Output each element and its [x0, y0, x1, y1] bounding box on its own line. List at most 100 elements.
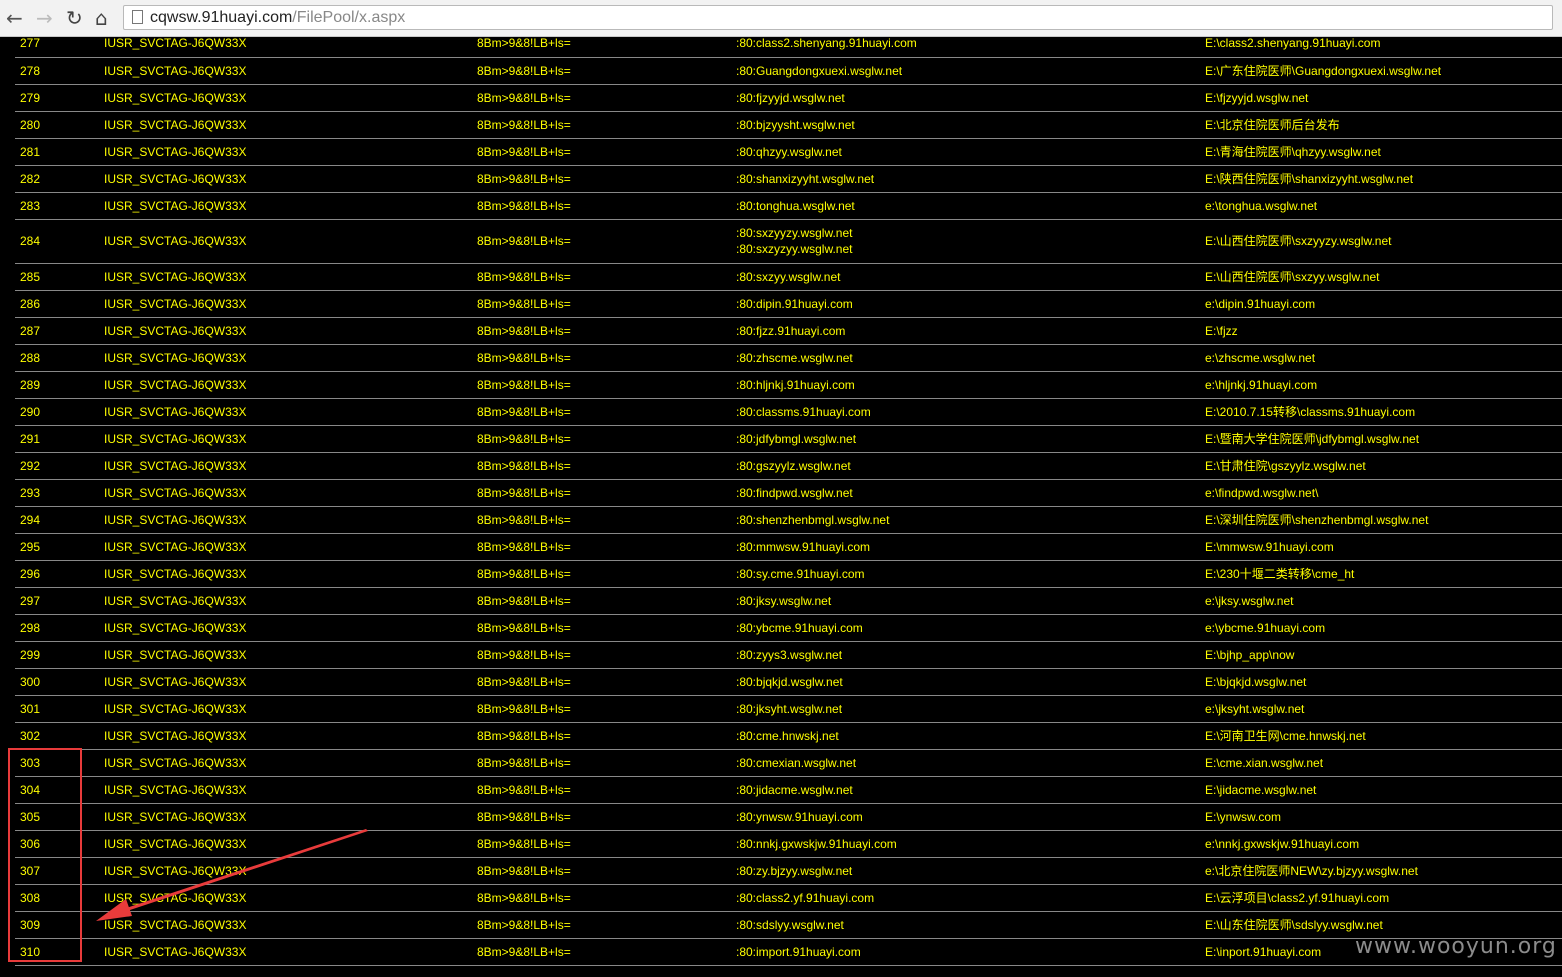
path-cell-text: E:\jidacme.wsglw.net [1205, 782, 1317, 797]
binding-line: :80:zy.bjzyy.wsglw.net [736, 863, 853, 878]
table-row: 294 IUSR_SVCTAG-J6QW33X 8Bm>9&8!LB+ls=:80:… [0, 506, 1562, 534]
id-cell: 296 [20, 560, 40, 587]
binding-line: :80:nnkj.gxwskjw.91huayi.com [736, 836, 897, 851]
binding-line: :80:shanxizyyht.wsglw.net [736, 171, 875, 186]
password-cell: 8Bm>9&8!LB+ls= [477, 776, 571, 803]
user-cell: IUSR_SVCTAG-J6QW33X [104, 641, 246, 668]
id-cell-text: 283 [20, 198, 41, 213]
table-row: 288 IUSR_SVCTAG-J6QW33X 8Bm>9&8!LB+ls=:80:… [0, 344, 1562, 372]
id-cell: 278 [20, 57, 40, 84]
user-cell: IUSR_SVCTAG-J6QW33X [104, 722, 246, 749]
id-cell: 294 [20, 506, 40, 533]
id-cell-text: 300 [20, 674, 41, 689]
path-cell: E:\陕西住院医师\shanxizyyht.wsglw.net [1205, 165, 1413, 192]
id-cell: 286 [20, 290, 40, 317]
path-cell-text: E:\云浮项目\class2.yf.91huayi.com [1205, 890, 1390, 905]
bindings-cell: :80:fjzyyjd.wsglw.net [736, 84, 845, 111]
user-cell-text: IUSR_SVCTAG-J6QW33X [104, 458, 247, 473]
id-cell-text: 282 [20, 171, 41, 186]
password-cell: 8Bm>9&8!LB+ls= [477, 803, 571, 830]
binding-line: :80:cmexian.wsglw.net [736, 755, 857, 770]
id-cell: 301 [20, 695, 40, 722]
table-row: 302 IUSR_SVCTAG-J6QW33X 8Bm>9&8!LB+ls=:80:… [0, 722, 1562, 750]
path-cell-text: e:\北京住院医师NEW\zy.bjzyy.wsglw.net [1205, 863, 1418, 878]
url-text[interactable]: cqwsw.91huayi.com/FilePool/x.aspx [150, 8, 405, 28]
bindings-cell: :80:jdfybmgl.wsglw.net [736, 425, 856, 452]
password-cell: 8Bm>9&8!LB+ls= [477, 479, 571, 506]
table-row: 292 IUSR_SVCTAG-J6QW33X 8Bm>9&8!LB+ls=:80:… [0, 452, 1562, 480]
id-cell-text: 299 [20, 647, 41, 662]
table-row: 280 IUSR_SVCTAG-J6QW33X 8Bm>9&8!LB+ls=:80:… [0, 111, 1562, 139]
path-cell-text: E:\青海住院医师\qhzyy.wsglw.net [1205, 144, 1381, 159]
path-cell-text: E:\mmwsw.91huayi.com [1205, 539, 1334, 554]
user-cell: IUSR_SVCTAG-J6QW33X [104, 884, 246, 911]
password-cell-text: 8Bm>9&8!LB+ls= [477, 234, 571, 248]
password-cell: 8Bm>9&8!LB+ls= [477, 452, 571, 479]
back-arrow-icon[interactable]: ← [6, 7, 23, 29]
path-cell: E:\2010.7.15转移\classms.91huayi.com [1205, 398, 1415, 425]
table-row: 310 IUSR_SVCTAG-J6QW33X 8Bm>9&8!LB+ls=:80:… [0, 938, 1562, 966]
user-cell: IUSR_SVCTAG-J6QW33X [104, 317, 246, 344]
id-cell: 295 [20, 533, 40, 560]
table-row: 284 IUSR_SVCTAG-J6QW33X 8Bm>9&8!LB+ls=:80:… [0, 219, 1562, 264]
bindings-cell: :80:bjqkjd.wsglw.net [736, 668, 843, 695]
user-cell-text: IUSR_SVCTAG-J6QW33X [104, 431, 247, 446]
binding-line: :80:jidacme.wsglw.net [736, 782, 853, 797]
password-cell-text: 8Bm>9&8!LB+ls= [477, 863, 571, 878]
id-cell: 284 [20, 219, 40, 263]
bindings-cell: :80:dipin.91huayi.com [736, 290, 853, 317]
address-bar[interactable]: cqwsw.91huayi.com/FilePool/x.aspx [123, 5, 1553, 30]
path-cell: E:\fjzyyjd.wsglw.net [1205, 84, 1308, 111]
id-cell: 287 [20, 317, 40, 344]
password-cell-text: 8Bm>9&8!LB+ls= [477, 63, 571, 78]
path-cell: E:\河南卫生网\cme.hnwskj.net [1205, 722, 1366, 749]
id-cell: 291 [20, 425, 40, 452]
user-cell-text: IUSR_SVCTAG-J6QW33X [104, 890, 247, 905]
table-row: 299 IUSR_SVCTAG-J6QW33X 8Bm>9&8!LB+ls=:80:… [0, 641, 1562, 669]
user-cell: IUSR_SVCTAG-J6QW33X [104, 398, 246, 425]
password-cell-text: 8Bm>9&8!LB+ls= [477, 117, 571, 132]
password-cell: 8Bm>9&8!LB+ls= [477, 614, 571, 641]
forward-arrow-icon[interactable]: → [36, 7, 53, 29]
table-row: 293 IUSR_SVCTAG-J6QW33X 8Bm>9&8!LB+ls=:80:… [0, 479, 1562, 507]
path-cell-text: E:\fjzz [1205, 323, 1238, 338]
path-cell: e:\nnkj.gxwskjw.91huayi.com [1205, 830, 1359, 857]
user-cell-text: IUSR_SVCTAG-J6QW33X [104, 674, 247, 689]
user-cell-text: IUSR_SVCTAG-J6QW33X [104, 512, 247, 527]
id-cell-text: 301 [20, 701, 41, 716]
id-cell-text: 290 [20, 404, 41, 419]
home-icon[interactable]: ⌂ [95, 7, 108, 29]
bindings-cell: :80:sy.cme.91huayi.com [736, 560, 865, 587]
bindings-cell: :80:cme.hnwskj.net [736, 722, 839, 749]
id-cell: 285 [20, 263, 40, 290]
table-row: 286 IUSR_SVCTAG-J6QW33X 8Bm>9&8!LB+ls=:80:… [0, 290, 1562, 318]
user-cell: IUSR_SVCTAG-J6QW33X [104, 803, 246, 830]
password-cell: 8Bm>9&8!LB+ls= [477, 911, 571, 938]
table-row: 283 IUSR_SVCTAG-J6QW33X 8Bm>9&8!LB+ls=:80:… [0, 192, 1562, 220]
password-cell: 8Bm>9&8!LB+ls= [477, 695, 571, 722]
user-cell-text: IUSR_SVCTAG-J6QW33X [104, 755, 247, 770]
path-cell: E:\mmwsw.91huayi.com [1205, 533, 1334, 560]
path-cell-text: E:\class2.shenyang.91huayi.com [1205, 36, 1381, 50]
bindings-cell: :80:jidacme.wsglw.net [736, 776, 853, 803]
path-cell: e:\findpwd.wsglw.net\ [1205, 479, 1318, 506]
binding-line: :80:findpwd.wsglw.net [736, 485, 853, 500]
path-cell-text: E:\fjzyyjd.wsglw.net [1205, 90, 1309, 105]
id-cell-text: 302 [20, 728, 41, 743]
table-row: 297 IUSR_SVCTAG-J6QW33X 8Bm>9&8!LB+ls=:80:… [0, 587, 1562, 615]
path-cell-text: e:\jksyht.wsglw.net [1205, 701, 1305, 716]
path-cell-text: e:\nnkj.gxwskjw.91huayi.com [1205, 836, 1360, 851]
id-cell-text: 298 [20, 620, 41, 635]
user-cell-text: IUSR_SVCTAG-J6QW33X [104, 269, 247, 284]
password-cell: 8Bm>9&8!LB+ls= [477, 857, 571, 884]
iis-site-table: 277 IUSR_SVCTAG-J6QW33X 8Bm>9&8!LB+ls=:80:… [0, 36, 1562, 966]
table-row: 301 IUSR_SVCTAG-J6QW33X 8Bm>9&8!LB+ls=:80:… [0, 695, 1562, 723]
user-cell-text: IUSR_SVCTAG-J6QW33X [104, 198, 247, 213]
reload-icon[interactable]: ↻ [66, 7, 83, 29]
user-cell-text: IUSR_SVCTAG-J6QW33X [104, 377, 247, 392]
path-cell: e:\北京住院医师NEW\zy.bjzyy.wsglw.net [1205, 857, 1418, 884]
bindings-cell: :80:jksyht.wsglw.net [736, 695, 842, 722]
table-row: 308 IUSR_SVCTAG-J6QW33X 8Bm>9&8!LB+ls=:80:… [0, 884, 1562, 912]
user-cell: IUSR_SVCTAG-J6QW33X [104, 57, 246, 84]
password-cell: 8Bm>9&8!LB+ls= [477, 749, 571, 776]
